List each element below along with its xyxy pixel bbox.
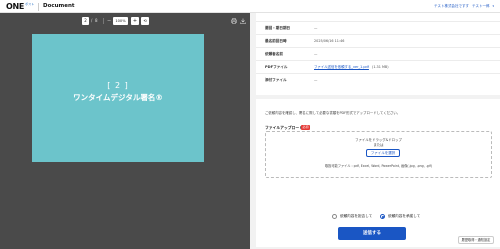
- detail-panel: 要回・期日期日 — 最名前回日時 2025/06/16 11:46 依頼者名前 …: [256, 13, 500, 249]
- print-icon[interactable]: [231, 18, 237, 24]
- accept-radio-label[interactable]: 依頼内容を承諾して: [388, 213, 420, 220]
- document-info-card: 要回・期日期日 — 最名前回日時 2025/06/16 11:46 依頼者名前 …: [256, 13, 500, 95]
- file-dropzone[interactable]: ファイルをドラッグ&ドロップ または ファイルを選択 取扱可能ファイル : pd…: [265, 131, 492, 178]
- info-row-requester: 依頼者名前 —: [256, 48, 500, 61]
- page-number-input[interactable]: 2: [82, 17, 89, 25]
- app-logo[interactable]: ONE ポスト: [6, 2, 34, 11]
- pdf-file-size: (1.31 MB): [372, 65, 389, 69]
- info-label: 最名前回日時: [265, 39, 287, 43]
- submit-button[interactable]: 送信する: [338, 227, 406, 240]
- dropzone-or-text: または: [373, 143, 384, 147]
- info-row-deadline: 要回・期日期日 —: [256, 22, 500, 35]
- toolbar-divider: [103, 18, 104, 24]
- info-value: —: [314, 52, 318, 56]
- viewer-toolbar: 2 / 8 − 100% + ⟲: [0, 13, 250, 31]
- history-settings-button[interactable]: 履歴取得・通知設定: [458, 236, 494, 244]
- pdf-viewer: 2 / 8 − 100% + ⟲ [ 2 ] ワンタイムデジタル署名®: [0, 13, 250, 249]
- zoom-in-button[interactable]: +: [131, 17, 139, 25]
- info-value: ファイル送信を依頼する_ver_1.pdf (1.31 MB): [314, 64, 389, 70]
- info-label: PDFファイル: [265, 65, 288, 69]
- info-row-attachments: 添付ファイル —: [256, 74, 500, 87]
- reject-radio[interactable]: [332, 214, 337, 219]
- zoom-level-select[interactable]: 100%: [113, 17, 128, 25]
- response-radio-group: 依頼内容を拒否して 依頼内容を承諾して: [256, 213, 500, 221]
- page-separator: /: [91, 18, 93, 23]
- pdf-page: [ 2 ] ワンタイムデジタル署名®: [32, 34, 204, 162]
- info-row: [256, 9, 500, 22]
- info-value: —: [314, 78, 318, 82]
- page-title: Document: [43, 3, 75, 9]
- info-row-datetime: 最名前回日時 2025/06/16 11:46: [256, 35, 500, 48]
- required-badge: 必須: [301, 125, 310, 130]
- zoom-out-button[interactable]: −: [107, 17, 111, 25]
- info-value: 2025/06/16 11:46: [314, 39, 345, 43]
- rotate-icon[interactable]: ⟲: [141, 17, 149, 25]
- accepted-formats: 取扱可能ファイル : pdf, Excel, Word, PowerPoint,…: [324, 164, 433, 168]
- accept-radio[interactable]: [380, 214, 385, 219]
- info-row-pdf: PDFファイル ファイル送信を依頼する_ver_1.pdf (1.31 MB): [256, 61, 500, 74]
- logo-main: ONE: [6, 2, 25, 11]
- info-label: 要回・期日期日: [265, 26, 291, 30]
- header-divider: [38, 3, 39, 11]
- info-value: —: [314, 26, 318, 30]
- reject-radio-label[interactable]: 依頼内容を拒否して: [340, 213, 372, 220]
- info-label: 添付ファイル: [265, 78, 287, 82]
- upload-card: ご依頼内容を確認し、署名に際して必要な書類をPDF形式でアップロードしてください…: [256, 99, 500, 247]
- info-label: 依頼者名前: [265, 52, 283, 56]
- logo-sub: ポスト: [25, 2, 35, 6]
- pdf-page-title-text: ワンタイムデジタル署名®: [73, 93, 163, 102]
- download-icon[interactable]: [240, 18, 246, 24]
- upload-description: ご依頼内容を確認し、署名に際して必要な書類をPDF形式でアップロードしてください…: [265, 111, 401, 115]
- page-total: 8: [95, 18, 98, 23]
- pdf-file-link[interactable]: ファイル送信を依頼する_ver_1.pdf: [314, 65, 369, 69]
- select-file-button[interactable]: ファイルを選択: [366, 149, 400, 157]
- pdf-page-number-text: [ 2 ]: [107, 81, 129, 90]
